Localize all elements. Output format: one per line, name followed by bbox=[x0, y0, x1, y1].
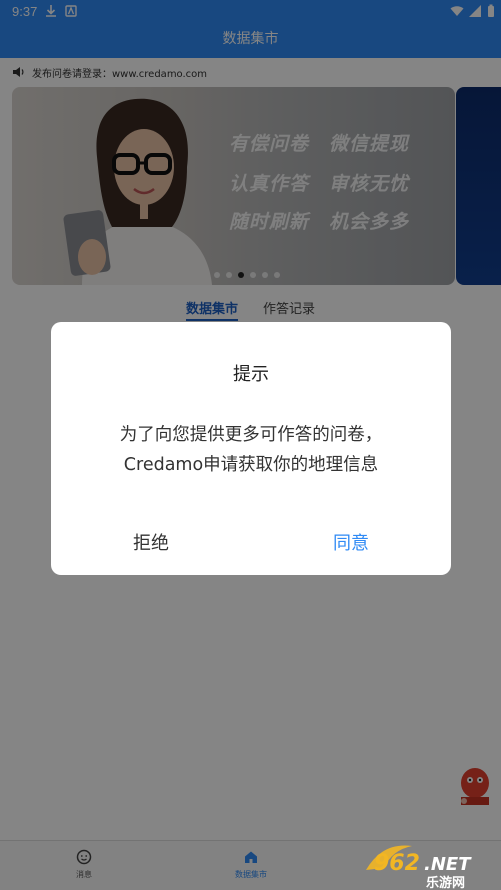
svg-text:.NET: .NET bbox=[424, 854, 472, 875]
dialog-message-line-2: Credamo申请获取你的地理信息 bbox=[123, 455, 379, 475]
watermark-logo: 962 .NET 乐游网 bbox=[366, 845, 472, 890]
agree-button[interactable]: 同意 bbox=[291, 529, 411, 555]
deny-button[interactable]: 拒绝 bbox=[91, 529, 211, 555]
dialog-message: 为了向您提供更多可作答的问卷， Credamo申请获取你的地理信息 bbox=[71, 420, 431, 480]
svg-text:962: 962 bbox=[374, 851, 420, 876]
dialog-message-line-1: 为了向您提供更多可作答的问卷， bbox=[119, 425, 383, 445]
dialog-title: 提示 bbox=[233, 364, 269, 385]
svg-text:乐游网: 乐游网 bbox=[426, 875, 465, 890]
location-permission-dialog: 提示 为了向您提供更多可作答的问卷， Credamo申请获取你的地理信息 拒绝 … bbox=[51, 322, 451, 575]
